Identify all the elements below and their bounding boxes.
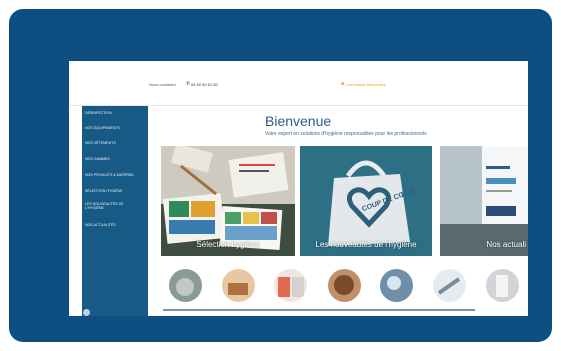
category-circle-7[interactable] [486,269,519,302]
chat-bubble[interactable] [83,309,90,316]
sidebar: Desinfection Nos équipements Nos vêtemen… [82,106,148,316]
phone-number[interactable]: 04 50 50 51 50 [191,82,218,87]
promo-link[interactable]: Commande temporaire [345,82,386,87]
sidebar-item-vetements[interactable]: Nos vêtements [85,141,116,145]
page-subtitle: Votre expert en solutions d'hygiène resp… [265,131,427,137]
category-circle-2[interactable] [222,269,255,302]
cart-icon: ■ [341,81,345,87]
card-actualites[interactable]: Nos actuali [440,146,528,256]
card-label: Les nouveautés de l'hygiène [315,240,417,249]
category-image [274,269,307,302]
page-title: Bienvenue [265,113,332,129]
contact-link[interactable]: Nous contacter [149,82,176,87]
sidebar-item-actualites[interactable]: Nos actualités [85,223,116,227]
phone-icon: ✆ [186,81,191,87]
sidebar-item-selection[interactable]: Sélection hygiène [85,189,123,193]
category-image [328,269,361,302]
category-image [486,269,519,302]
category-circle-6[interactable] [433,269,466,302]
top-bar: Nous contacter ✆ 04 50 50 51 50 ■ Comman… [69,61,528,106]
category-image [169,269,202,302]
category-image [222,269,255,302]
category-circle-3[interactable] [274,269,307,302]
sidebar-item-equipements[interactable]: Nos équipements [85,126,120,130]
category-circle-4[interactable] [328,269,361,302]
blue-frame: Nous contacter ✆ 04 50 50 51 50 ■ Comman… [9,9,552,342]
card-label: Sélection hygiène [196,240,260,249]
category-circle-1[interactable] [169,269,202,302]
sidebar-item-desinfection[interactable]: Desinfection [85,111,112,115]
category-image [380,269,413,302]
website-screen: Nous contacter ✆ 04 50 50 51 50 ■ Comman… [69,61,528,316]
category-circle-5[interactable] [380,269,413,302]
card-nouveautes[interactable]: COUP DE CŒUR Les nouveautés de l'hygiène [300,146,432,256]
carousel-scrollbar[interactable] [163,309,475,311]
card-selection-hygiene[interactable]: Sélection hygiène [161,146,295,256]
sidebar-item-nouveautes[interactable]: Les nouveautés de l'hygiène [85,202,133,210]
card-label: Nos actuali [486,240,526,249]
sidebar-item-produits[interactable]: Nos produits & matériel [85,173,134,177]
sidebar-item-gammes[interactable]: Nos gammes [85,157,110,161]
category-image [433,269,466,302]
